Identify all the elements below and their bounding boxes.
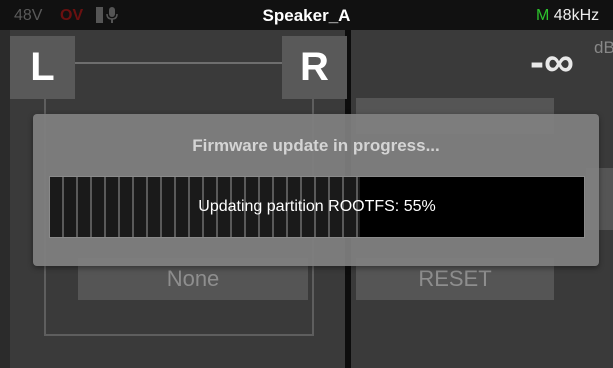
status-bar: 48V OV Speaker_A M 48kHz: [0, 0, 613, 30]
rate-mode-indicator: M: [536, 7, 550, 24]
device-name: Speaker_A: [262, 6, 351, 25]
dialog-title: Firmware update in progress...: [192, 136, 440, 155]
level-readout: -∞: [530, 38, 574, 85]
firmware-update-dialog: Firmware update in progress... Updating …: [33, 114, 599, 266]
sample-rate: M 48kHz: [536, 7, 599, 25]
right-channel-button[interactable]: R: [282, 36, 347, 99]
progress-text: Updating partition ROOTFS: 55%: [198, 198, 436, 215]
progress-bar: Updating partition ROOTFS: 55%: [49, 176, 585, 238]
sample-rate-value: 48kHz: [553, 7, 600, 24]
frame-line-bottom: [44, 334, 314, 336]
left-channel-button[interactable]: L: [10, 36, 75, 99]
level-unit: dB: [594, 38, 613, 57]
link-line: [75, 62, 282, 64]
